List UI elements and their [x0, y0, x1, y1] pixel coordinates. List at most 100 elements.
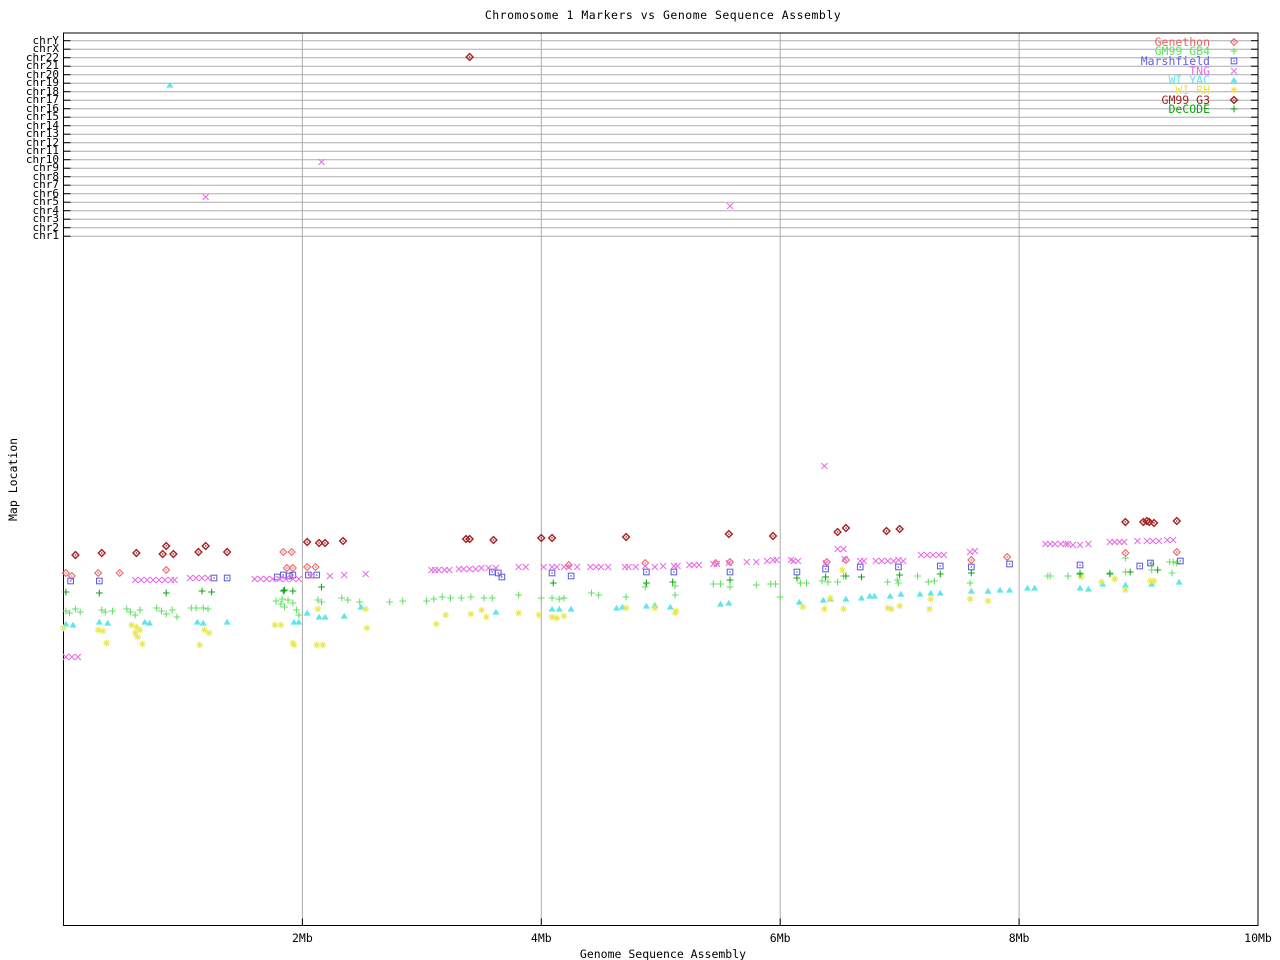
plot-border [63, 32, 1259, 926]
data-point [772, 580, 779, 588]
data-point [671, 591, 679, 599]
data-point [279, 547, 288, 557]
data-point [210, 574, 218, 582]
data-point [1168, 569, 1176, 577]
data-point [895, 563, 902, 571]
data-point [547, 533, 557, 543]
data-point [709, 580, 717, 588]
data-point [74, 653, 82, 661]
data-point [822, 559, 829, 567]
data-point [548, 605, 556, 612]
data-point [776, 593, 784, 601]
data-point [162, 565, 171, 575]
data-point [1147, 559, 1154, 567]
data-point [1077, 573, 1085, 581]
data-point [93, 568, 103, 578]
data-point [1106, 570, 1114, 578]
data-point [303, 609, 311, 616]
data-point [1173, 559, 1181, 567]
data-point [695, 561, 703, 569]
data-point [1126, 568, 1134, 576]
data-point [871, 592, 879, 599]
data-point [319, 641, 327, 649]
data-point [72, 605, 79, 613]
data-point [158, 549, 168, 559]
data-point [303, 562, 312, 572]
series-marshfield [67, 557, 1184, 585]
data-point [984, 587, 992, 594]
data-point [838, 566, 846, 574]
data-point [104, 619, 112, 626]
data-point [295, 618, 303, 625]
data-point [223, 574, 231, 582]
data-point [1076, 541, 1084, 549]
data-point [318, 583, 325, 591]
data-point [131, 548, 141, 558]
data-point [1069, 541, 1077, 549]
data-point [162, 610, 170, 618]
data-point [726, 576, 734, 584]
data-point [625, 563, 632, 571]
data-point [632, 563, 640, 571]
data-point [842, 595, 850, 602]
data-point [168, 606, 176, 614]
data-point [887, 605, 895, 613]
data-point [966, 579, 974, 587]
data-point [257, 575, 264, 583]
data-point [202, 193, 210, 201]
data-point [131, 611, 139, 619]
data-point [95, 618, 103, 625]
data-point [467, 610, 475, 618]
data-point [315, 613, 323, 620]
series-tng [62, 158, 1177, 661]
data-point [822, 565, 829, 573]
data-point [936, 570, 944, 578]
data-point [480, 594, 488, 602]
data-point [192, 604, 200, 612]
data-point [884, 557, 892, 565]
data-point [314, 605, 322, 613]
data-point [134, 633, 141, 641]
data-point [485, 564, 493, 572]
data-point [535, 611, 543, 619]
data-point [567, 605, 575, 612]
data-point [222, 547, 232, 557]
data-point [726, 202, 734, 210]
data-point [204, 574, 212, 582]
data-point [95, 589, 103, 597]
data-point [287, 547, 296, 557]
data-point [841, 555, 849, 563]
data-point [984, 597, 992, 605]
data-point [797, 579, 804, 587]
chart-title: Chromosome 1 Markers vs Genome Sequence … [484, 8, 842, 22]
data-point [193, 618, 201, 625]
data-point [515, 609, 523, 617]
plot-area [60, 32, 1259, 926]
data-point [1051, 540, 1059, 548]
data-point [548, 569, 556, 577]
data-point [442, 611, 450, 619]
data-point [840, 545, 847, 553]
data-point [672, 607, 680, 615]
data-point [1076, 584, 1084, 591]
data-point [489, 535, 498, 545]
data-point [223, 618, 231, 625]
data-point [498, 573, 506, 581]
data-point [967, 587, 975, 594]
data-point [967, 563, 975, 571]
data-point [560, 594, 568, 602]
data-point [149, 576, 157, 584]
series-decode [62, 566, 1162, 597]
data-point [131, 576, 139, 584]
data-point [1111, 575, 1119, 583]
data-point [205, 629, 213, 637]
data-point [1148, 560, 1156, 568]
data-point [967, 555, 976, 565]
data-point [435, 566, 442, 574]
data-point [1149, 537, 1157, 545]
data-point [171, 576, 178, 584]
data-point [99, 627, 107, 635]
data-point [996, 586, 1004, 593]
data-point [109, 607, 116, 615]
data-point [841, 523, 851, 533]
